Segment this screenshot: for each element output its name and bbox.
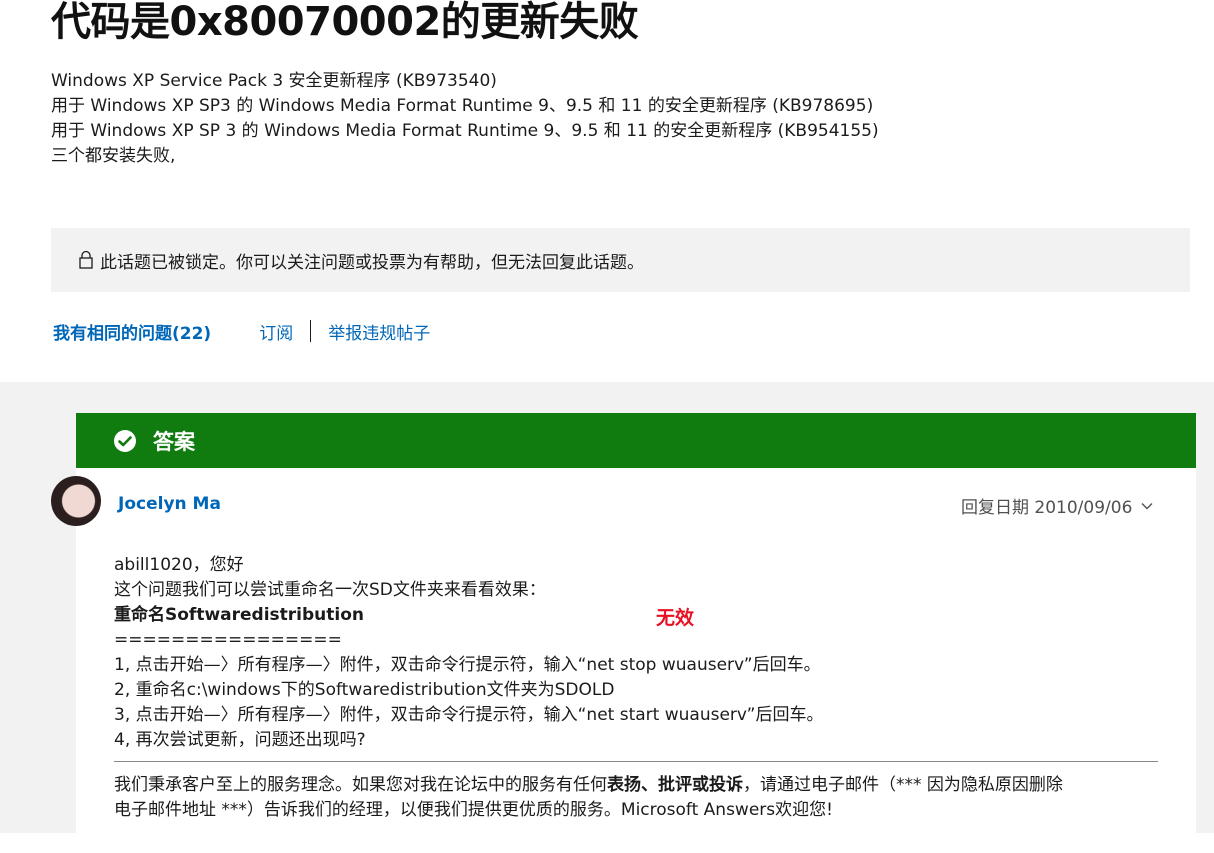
invalid-annotation: 无效 — [656, 607, 695, 629]
report-abuse-link[interactable]: 举报违规帖子 — [328, 319, 430, 344]
same-question-button[interactable]: 我有相同的问题(22) — [53, 319, 211, 344]
chevron-down-icon[interactable] — [1140, 501, 1154, 511]
question-line: 用于 Windows XP SP 3 的 Windows Media Forma… — [51, 121, 879, 141]
avatar[interactable] — [51, 476, 101, 526]
locked-notice: 此话题已被锁定。你可以关注问题或投票为有帮助，但无法回复此话题。 — [51, 228, 1190, 292]
reply-date[interactable]: 回复日期 2010/09/06 — [961, 493, 1154, 518]
answer-step: 3, 点击开始—〉所有程序—〉附件，双击命令行提示符，输入“net start … — [114, 705, 824, 725]
reply-date-text: 回复日期 2010/09/06 — [961, 498, 1133, 518]
answer-step: 4, 再次尝试更新，问题还出现吗? — [114, 730, 366, 750]
checkmark-circle-icon — [113, 429, 137, 453]
answer-header: 答案 — [76, 413, 1196, 468]
signature-text: 我们秉承客户至上的服务理念。如果您对我在论坛中的服务有任何 — [114, 775, 607, 795]
page-title: 代码是0x80070002的更新失败 — [51, 0, 639, 45]
action-separator — [310, 320, 312, 342]
question-body: Windows XP Service Pack 3 安全更新程序 (KB9735… — [51, 69, 879, 169]
locked-notice-text: 此话题已被锁定。你可以关注问题或投票为有帮助，但无法回复此话题。 — [100, 252, 644, 273]
answer-body: abill1020，您好 这个问题我们可以尝试重命名一次SD文件夹来看看效果： … — [114, 553, 1164, 753]
answer-signature: 我们秉承客户至上的服务理念。如果您对我在论坛中的服务有任何表扬、批评或投诉，请通… — [114, 773, 1164, 823]
signature-bold-text: 表扬、批评或投诉 — [607, 775, 743, 795]
signature-text: ，请通过电子邮件（*** 因为隐私原因删除 — [743, 775, 1063, 795]
answer-step: 2, 重命名c:\windows下的Softwaredistribution文件… — [114, 680, 615, 700]
answer-label: 答案 — [153, 429, 195, 454]
answer-greeting: abill1020，您好 — [114, 555, 244, 575]
question-actions: 我有相同的问题(22) 订阅 举报违规帖子 — [53, 318, 430, 344]
answer-step: 1, 点击开始—〉所有程序—〉附件，双击命令行提示符，输入“net stop w… — [114, 655, 821, 675]
lock-icon — [78, 250, 94, 270]
signature-line-2: 电子邮件地址 ***）告诉我们的经理，以便我们提供更优质的服务。Microsof… — [114, 800, 833, 820]
author-name[interactable]: Jocelyn Ma — [118, 494, 221, 514]
question-line: 用于 Windows XP SP3 的 Windows Media Format… — [51, 96, 874, 116]
signature-line: 我们秉承客户至上的服务理念。如果您对我在论坛中的服务有任何表扬、批评或投诉，请通… — [114, 773, 1164, 798]
answer-separator: ================ — [114, 630, 342, 650]
question-line: Windows XP Service Pack 3 安全更新程序 (KB9735… — [51, 71, 497, 91]
signature-divider — [114, 761, 1158, 762]
question-line: 三个都安装失败, — [51, 146, 176, 166]
subscribe-link[interactable]: 订阅 — [259, 319, 293, 344]
answer-heading: 重命名Softwaredistribution — [114, 605, 364, 625]
answer-intro: 这个问题我们可以尝试重命名一次SD文件夹来看看效果： — [114, 580, 546, 600]
